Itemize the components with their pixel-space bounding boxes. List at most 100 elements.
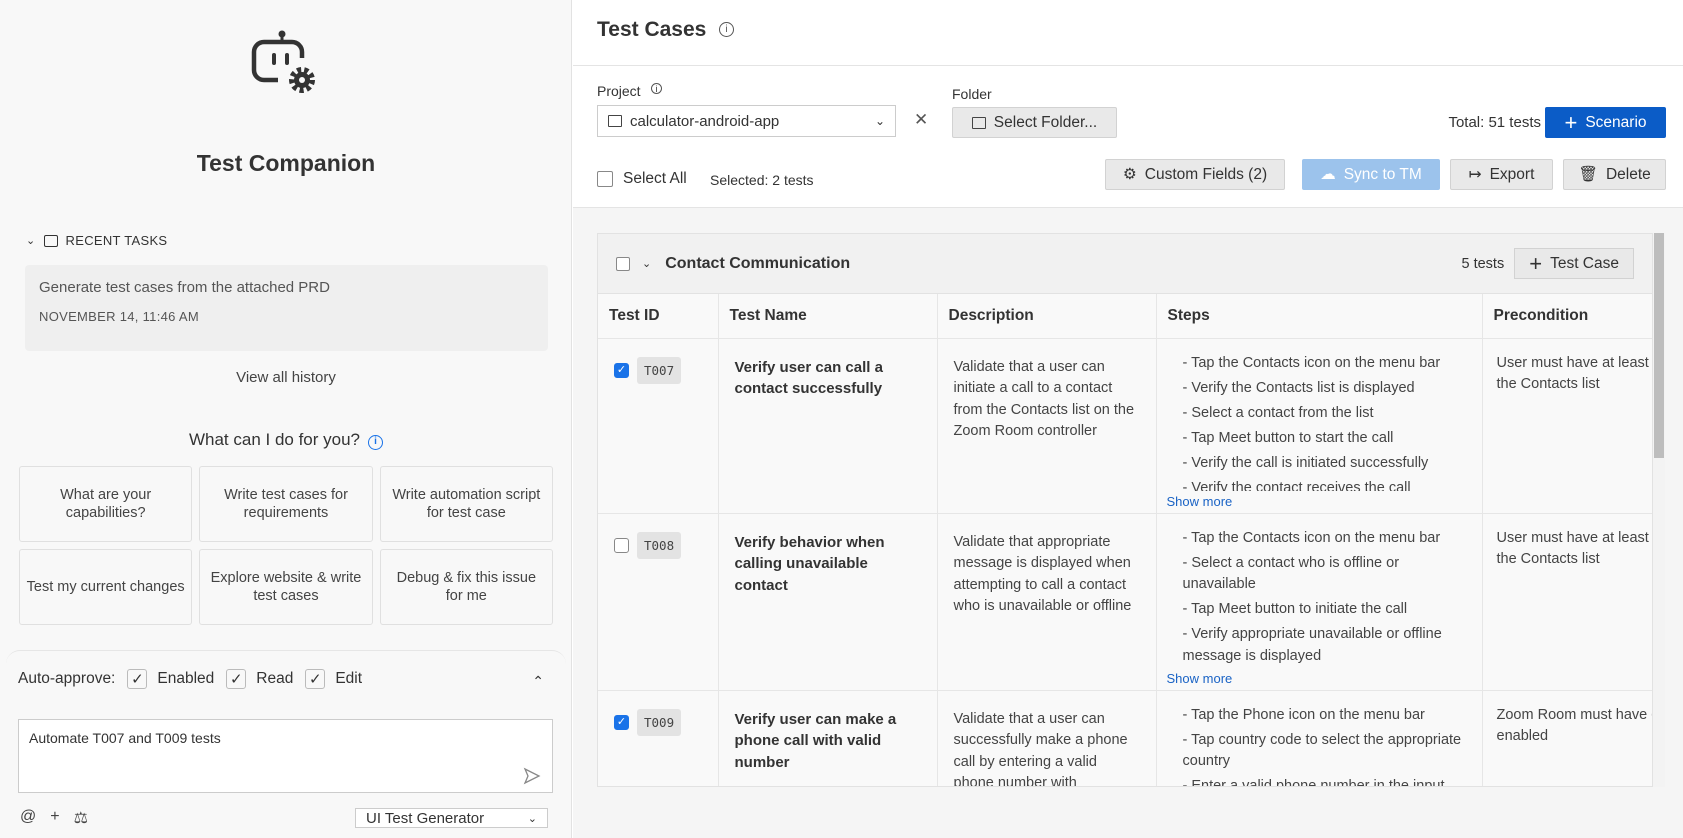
step-item: - Tap Meet button to start the call <box>1182 429 1394 446</box>
agent-select[interactable]: UI Test Generator ⌄ <box>355 808 548 828</box>
info-icon[interactable]: i <box>719 22 734 37</box>
chat-input[interactable]: Automate T007 and T009 tests <box>18 719 553 793</box>
delete-button[interactable]: 🗑 Delete <box>1563 159 1666 190</box>
chevron-down-icon: ⌄ <box>527 812 537 825</box>
test-cases-panel: Test Cases i Project i calculator-androi… <box>573 0 1683 838</box>
export-label: Export <box>1489 165 1535 183</box>
enabled-checkbox[interactable]: ✓ <box>127 669 148 689</box>
step-item: - Verify the Contacts list is displayed <box>1182 379 1415 396</box>
group-name: Contact Communication <box>665 254 851 272</box>
sync-to-tm-button[interactable]: ☁ Sync to TM <box>1302 159 1440 190</box>
read-checkbox[interactable]: ✓ <box>226 669 247 689</box>
suggestion-button[interactable]: Debug & fix this issue for me <box>379 549 553 625</box>
controls: Project i calculator-android-app ⌄ ✕ Fol… <box>573 66 1683 208</box>
chat-composer: Auto-approve: ✓ Enabled ✓ Read ✓ Edit ⌃ Aut… <box>6 650 566 838</box>
send-icon[interactable] <box>522 766 542 786</box>
agent-select-value: UI Test Generator <box>366 809 485 827</box>
test-description: Validate that appropriate message is dis… <box>953 533 1132 615</box>
plus-icon[interactable]: + <box>50 808 59 828</box>
test-steps: - Tap the Contacts icon on the menu bar -… <box>1173 528 1466 668</box>
group-count: 5 tests <box>1461 255 1505 272</box>
view-all-history-link[interactable]: View all history <box>0 369 572 386</box>
folder-label: Folder <box>952 86 992 102</box>
suggestion-button[interactable]: What are your capabilities? <box>19 466 193 542</box>
project-value: calculator-android-app <box>630 112 780 130</box>
chevron-down-icon[interactable]: ⌄ <box>642 257 651 270</box>
auto-approve-row: Auto-approve: ✓ Enabled ✓ Read ✓ Edit <box>18 669 362 689</box>
select-folder-label: Select Folder... <box>993 113 1098 131</box>
recent-tasks-toggle[interactable]: ⌄ RECENT TASKS <box>26 233 167 248</box>
test-name[interactable]: Verify behavior when calling unavailable… <box>735 532 921 597</box>
clear-project-icon[interactable]: ✕ <box>914 110 928 130</box>
suggestion-button[interactable]: Explore website & write test cases <box>199 549 373 625</box>
step-item: - Tap country code to select the appropr… <box>1182 731 1462 770</box>
folder-icon <box>971 116 986 129</box>
test-name[interactable]: Verify user can call a contact successfu… <box>735 357 921 400</box>
table-row[interactable]: ✓ T007 Verify user can call a contact suc… <box>598 338 1652 514</box>
chevron-down-icon: ⌄ <box>874 114 885 128</box>
suggestion-button[interactable]: Write automation script for test case <box>379 466 553 542</box>
project-select[interactable]: calculator-android-app ⌄ <box>597 105 896 137</box>
custom-fields-label: Custom Fields (2) <box>1144 165 1268 183</box>
custom-fields-button[interactable]: ⚙ Custom Fields (2) <box>1105 159 1285 190</box>
test-precondition: User must have at least one contact in t… <box>1496 529 1653 568</box>
column-header: Precondition <box>1482 294 1652 339</box>
prompt-heading-text: What can I do for you? <box>188 430 361 449</box>
test-case-list: ⌄ Contact Communication 5 tests + Test Ca… <box>573 208 1683 838</box>
suggestion-button[interactable]: Test my current changes <box>19 549 193 625</box>
scrollbar[interactable] <box>1653 233 1665 787</box>
column-header: Description <box>937 294 1157 339</box>
edit-checkbox[interactable]: ✓ <box>305 669 326 689</box>
auto-approve-label: Auto-approve: <box>18 670 116 687</box>
mention-icon[interactable]: @ <box>20 808 36 828</box>
trash-icon: 🗑 <box>1578 166 1598 183</box>
row-checkbox[interactable] <box>614 537 629 553</box>
add-test-case-button[interactable]: + Test Case <box>1514 248 1634 279</box>
step-item: - Tap the Contacts icon on the menu bar <box>1182 354 1441 371</box>
show-more-link[interactable]: Show more <box>1167 491 1466 513</box>
select-folder-button[interactable]: Select Folder... <box>952 107 1117 138</box>
scale-icon[interactable]: ⚖ <box>74 808 88 828</box>
column-header: Test Name <box>718 294 938 339</box>
recent-task-item[interactable]: Generate test cases from the attached PR… <box>25 265 548 351</box>
test-steps: - Tap the Phone icon on the menu bar - Ta… <box>1173 705 1466 787</box>
row-checkbox[interactable]: ✓ <box>614 714 629 730</box>
step-item: - Tap the Phone icon on the menu bar <box>1182 706 1425 723</box>
step-item: - Tap Meet button to initiate the call <box>1182 601 1408 617</box>
step-item: - Select a contact from the list <box>1182 404 1374 421</box>
column-header: Test ID <box>598 294 719 339</box>
add-scenario-button[interactable]: + Scenario <box>1545 107 1666 138</box>
row-checkbox[interactable]: ✓ <box>614 362 629 378</box>
test-id-badge: T007 <box>637 356 682 384</box>
plus-icon: + <box>1529 250 1543 276</box>
step-item: - Verify the contact receives the call <box>1182 479 1411 491</box>
enabled-label: Enabled <box>157 670 215 687</box>
recent-tasks-label: RECENT TASKS <box>65 233 168 248</box>
chat-input-value: Automate T007 and T009 tests <box>29 730 221 746</box>
step-item: - Verify the call is initiated successfu… <box>1182 454 1429 471</box>
companion-title: Test Companion <box>196 150 376 176</box>
total-count: Total: 51 tests <box>1448 114 1541 131</box>
test-companion-panel: Test Companion ⌄ RECENT TASKS Generate t… <box>0 0 572 838</box>
export-button[interactable]: ↦ Export <box>1450 159 1553 190</box>
test-name[interactable]: Verify user can make a phone call with v… <box>735 709 921 774</box>
chevron-down-icon: ⌄ <box>26 235 36 247</box>
delete-label: Delete <box>1605 165 1651 183</box>
sync-label: Sync to TM <box>1343 165 1422 183</box>
select-all-checkbox[interactable] <box>597 171 613 187</box>
scrollbar-thumb[interactable] <box>1654 233 1664 458</box>
info-icon[interactable]: i <box>651 83 662 94</box>
chevron-up-icon[interactable]: ⌃ <box>532 673 544 690</box>
table-row[interactable]: ✓ T009 Verify user can make a phone call … <box>598 690 1652 787</box>
info-icon[interactable]: i <box>368 435 384 450</box>
show-more-link[interactable]: Show more <box>1167 668 1466 690</box>
suggestion-grid: What are your capabilities? Write test c… <box>19 466 553 625</box>
test-description: Validate that a user can successfully ma… <box>953 710 1128 787</box>
read-label: Read <box>256 670 294 687</box>
table-row[interactable]: T008 Verify behavior when calling unavai… <box>598 513 1653 691</box>
suggestion-button[interactable]: Write test cases for requirements <box>199 466 373 542</box>
test-case-table: Test ID Test Name Description Steps Prec… <box>598 294 1653 787</box>
selected-count: Selected: 2 tests <box>710 172 814 188</box>
project-label: Project <box>597 83 641 99</box>
group-checkbox[interactable] <box>616 256 630 271</box>
